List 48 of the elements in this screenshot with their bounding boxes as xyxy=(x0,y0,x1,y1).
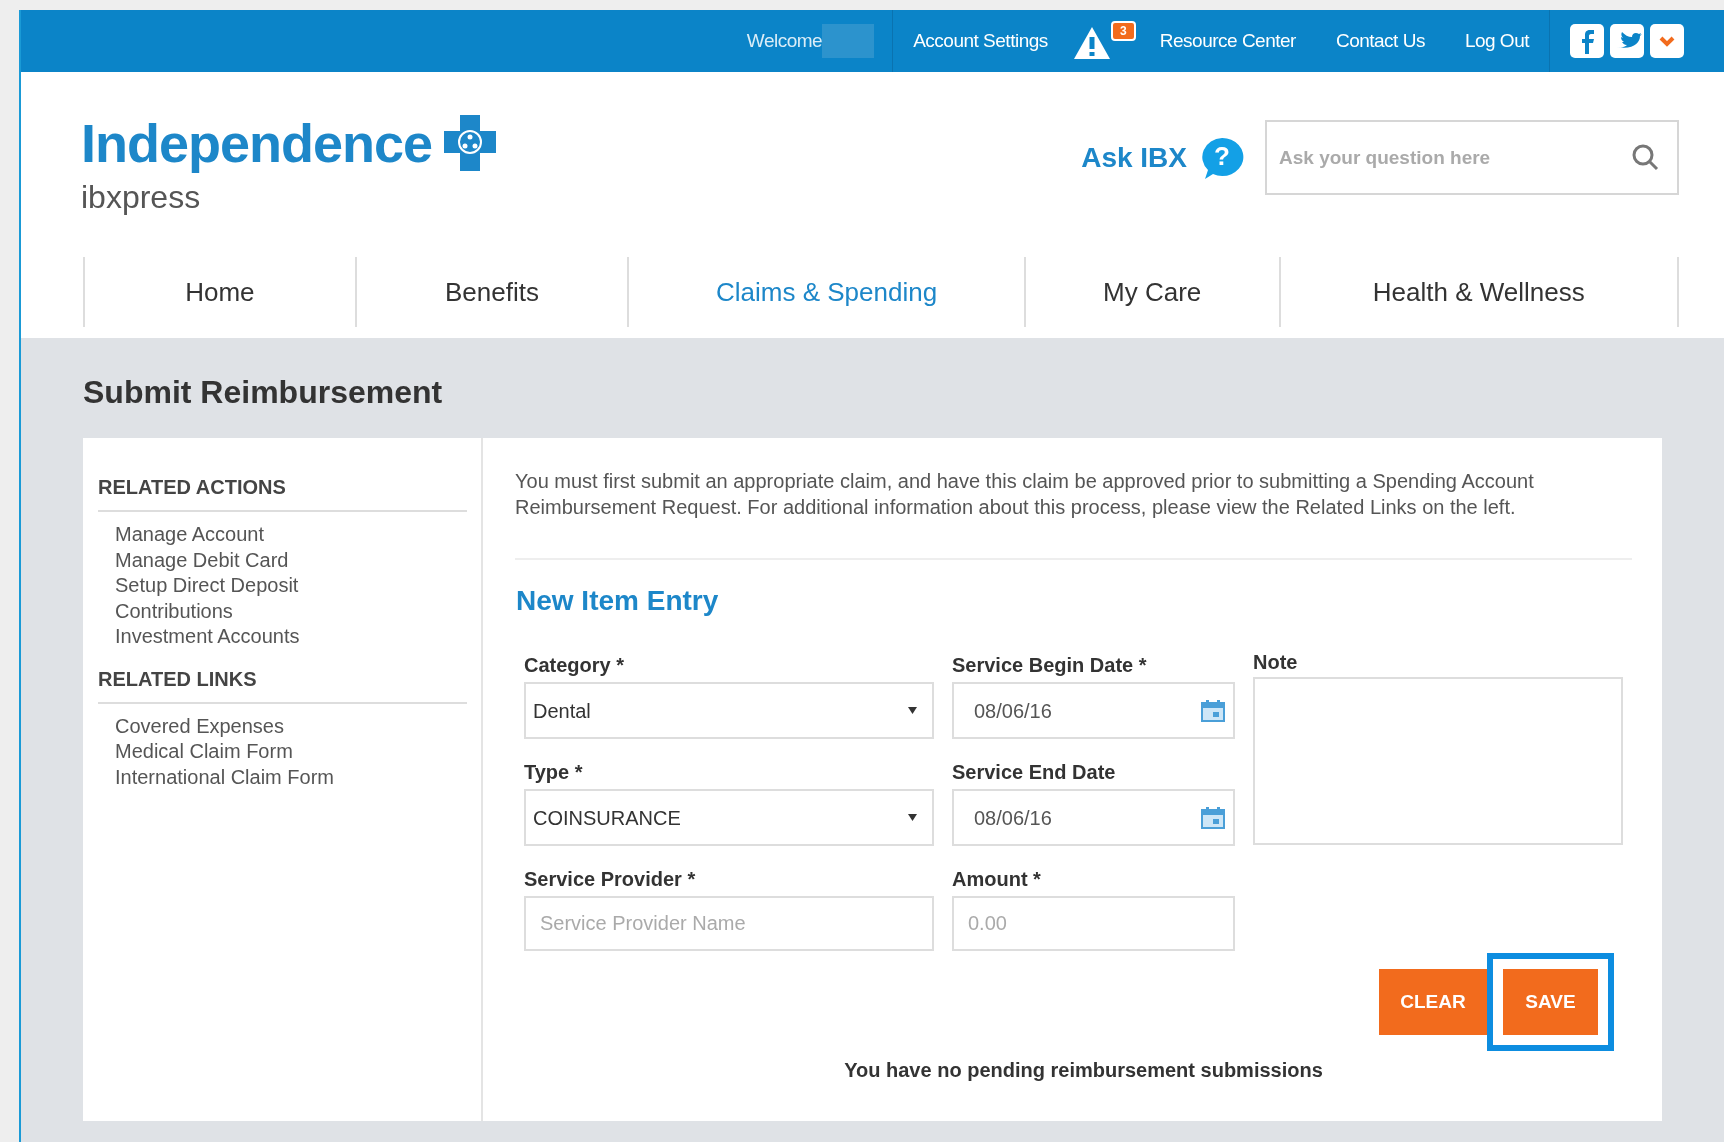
bird-icon[interactable] xyxy=(1610,24,1644,58)
sidebar-link[interactable]: Covered Expenses xyxy=(115,713,467,739)
date-field[interactable]: 08/06/16 xyxy=(952,682,1235,739)
top-nav-link[interactable]: Contact Us xyxy=(1315,26,1445,56)
field-label: Note xyxy=(1253,650,1299,669)
nav-tab[interactable]: Health & Wellness xyxy=(1278,257,1677,327)
nav-tab[interactable]: Claims & Spending xyxy=(627,257,1024,327)
dropdown-arrow-icon xyxy=(908,814,917,821)
section-title: New Item Entry xyxy=(516,584,720,618)
sidebar-heading: RELATED ACTIONS xyxy=(98,472,467,512)
redacted-name xyxy=(822,24,875,58)
sidebar-heading: RELATED LINKS xyxy=(98,663,467,704)
sidebar-link[interactable]: Medical Claim Form xyxy=(115,739,467,765)
top-nav-link[interactable]: Log Out xyxy=(1444,26,1549,56)
amount-input[interactable]: 0.00 xyxy=(952,896,1235,951)
sidebar-link[interactable]: Manage Account xyxy=(115,522,467,548)
sidebar-link[interactable]: Setup Direct Deposit xyxy=(115,573,467,599)
welcome-text: Welcome xyxy=(746,28,823,53)
dropdown[interactable]: Dental xyxy=(524,682,934,739)
provider-input[interactable]: Service Provider Name xyxy=(524,896,934,951)
dropdown-arrow-icon xyxy=(908,707,917,714)
calendar-icon[interactable] xyxy=(1201,699,1225,722)
alert-count-badge: 3 xyxy=(1111,21,1136,41)
facebook-icon[interactable] xyxy=(1570,24,1604,58)
dropdown[interactable]: COINSURANCE xyxy=(524,789,934,846)
cross-logo-icon xyxy=(444,115,497,171)
ask-label[interactable]: Ask IBX xyxy=(1081,136,1187,179)
date-field[interactable]: 08/06/16 xyxy=(952,789,1235,846)
sidebar-link[interactable]: International Claim Form xyxy=(115,764,467,790)
field-label: Service Provider * xyxy=(524,867,697,886)
sidebar-link[interactable]: Contributions xyxy=(115,598,467,624)
nav-tab[interactable]: Home xyxy=(83,257,355,327)
calendar-icon[interactable] xyxy=(1201,806,1225,829)
nav-tab[interactable]: My Care xyxy=(1023,257,1279,327)
field-label: Amount * xyxy=(952,867,1042,886)
sub-logo-text: ibxpress xyxy=(81,181,202,213)
search-icon[interactable] xyxy=(1631,143,1659,171)
sidebar-link[interactable]: Investment Accounts xyxy=(115,624,467,650)
chevron-down-icon[interactable] xyxy=(1650,24,1684,58)
status-message: You have no pending reimbursement submissions xyxy=(844,1058,1323,1083)
top-nav-link[interactable]: Account Settings xyxy=(893,26,1068,56)
page-title: Submit Reimbursement xyxy=(83,373,444,412)
top-nav-link[interactable]: Resource Center xyxy=(1139,26,1316,56)
intro-paragraph: You must first submit an appropriate claim, and have this claim be approved prior to submitting a Spending Account Reimbursement Request. For additional information about this process, please view the Related Links on the left. xyxy=(515,468,1632,560)
field-label: Service End Date xyxy=(952,760,1117,779)
search-field[interactable]: Ask your question here xyxy=(1265,120,1679,195)
nav-tab[interactable]: Benefits xyxy=(354,257,628,327)
sidebar-link[interactable]: Manage Debit Card xyxy=(115,547,467,573)
